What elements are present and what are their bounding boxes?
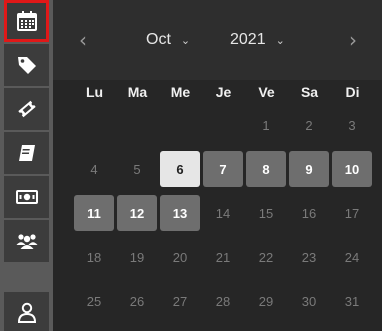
- day-cell[interactable]: 20: [160, 239, 200, 275]
- date-picker: ‹ Oct ⌄ 2021 ⌄ › Lu Ma Me Je Ve Sa Di 12345678…: [53, 0, 382, 331]
- day-cell[interactable]: 1: [246, 107, 286, 143]
- day-cell[interactable]: 23: [289, 239, 329, 275]
- year-select-value: 2021: [230, 31, 266, 48]
- day-cell[interactable]: 2: [289, 107, 329, 143]
- calendar-button[interactable]: [4, 0, 49, 42]
- day-cell[interactable]: 25: [74, 283, 114, 319]
- day-cell[interactable]: 14: [203, 195, 243, 231]
- day-cell[interactable]: 19: [117, 239, 157, 275]
- day-cell[interactable]: 26: [117, 283, 157, 319]
- weekday-label: Lu: [85, 84, 104, 100]
- day-cell[interactable]: 6: [160, 151, 200, 187]
- chevron-down-icon: ⌄: [180, 33, 191, 47]
- day-cell[interactable]: 12: [117, 195, 157, 231]
- sidebar: [0, 0, 53, 331]
- group-icon: [16, 234, 37, 249]
- banknote-icon: [15, 190, 38, 204]
- day-cell[interactable]: 4: [74, 151, 114, 187]
- next-month-button[interactable]: ›: [349, 30, 357, 50]
- user-icon: [17, 302, 36, 323]
- weekday-label: Sa: [300, 84, 319, 100]
- day-cell[interactable]: 10: [332, 151, 372, 187]
- day-cell[interactable]: 17: [332, 195, 372, 231]
- chevron-down-icon: ⌄: [275, 33, 285, 47]
- day-cell[interactable]: 5: [117, 151, 157, 187]
- prev-month-button[interactable]: ‹: [79, 30, 87, 50]
- weekday-label: Me: [170, 84, 191, 100]
- day-cell[interactable]: 3: [332, 107, 372, 143]
- tag-icon: [17, 57, 36, 74]
- group-button[interactable]: [4, 220, 49, 262]
- month-select[interactable]: Oct ⌄: [146, 31, 190, 49]
- weekday-label: Ma: [127, 84, 148, 100]
- tag-button[interactable]: [4, 44, 49, 86]
- ticket-button[interactable]: [4, 88, 49, 130]
- weekday-label: Je: [215, 84, 232, 100]
- day-cell[interactable]: 31: [332, 283, 372, 319]
- notebook-icon: [18, 145, 35, 161]
- year-select[interactable]: 2021 ⌄: [230, 31, 285, 49]
- day-cell[interactable]: 7: [203, 151, 243, 187]
- calendar-icon: [16, 11, 37, 31]
- day-cell[interactable]: 11: [74, 195, 114, 231]
- day-cell[interactable]: 13: [160, 195, 200, 231]
- day-cell[interactable]: 29: [246, 283, 286, 319]
- calendar-header: ‹ Oct ⌄ 2021 ⌄ ›: [53, 0, 382, 80]
- weekday-label: Di: [345, 84, 360, 100]
- day-cell[interactable]: 30: [289, 283, 329, 319]
- day-cell[interactable]: 27: [160, 283, 200, 319]
- day-cell[interactable]: 9: [289, 151, 329, 187]
- day-cell[interactable]: 15: [246, 195, 286, 231]
- notebook-button[interactable]: [4, 132, 49, 174]
- day-cell[interactable]: 18: [74, 239, 114, 275]
- ticket-icon: [17, 100, 36, 118]
- day-cell[interactable]: 28: [203, 283, 243, 319]
- day-cell[interactable]: 24: [332, 239, 372, 275]
- month-select-value: Oct: [146, 31, 171, 48]
- weekday-label: Ve: [258, 84, 275, 100]
- day-cell[interactable]: 21: [203, 239, 243, 275]
- weekday-header: Lu Ma Me Je Ve Sa Di: [73, 74, 373, 100]
- money-button[interactable]: [4, 176, 49, 218]
- day-cell[interactable]: 16: [289, 195, 329, 231]
- day-cell[interactable]: 8: [246, 151, 286, 187]
- day-cell[interactable]: 22: [246, 239, 286, 275]
- user-button[interactable]: [4, 292, 49, 331]
